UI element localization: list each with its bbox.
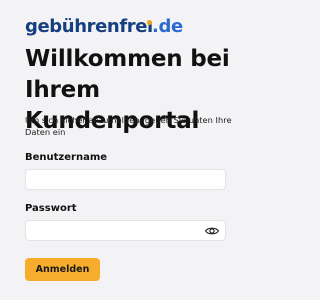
logo-text-part3: .de xyxy=(152,15,183,37)
username-label: Benutzername xyxy=(25,152,108,163)
logo-dot xyxy=(147,19,153,25)
username-field[interactable] xyxy=(25,169,226,190)
password-field[interactable] xyxy=(25,220,226,241)
eye-icon[interactable] xyxy=(205,226,219,236)
logo-text-part1: gebühren xyxy=(25,15,120,37)
logo: gebühren fre ı .de xyxy=(25,12,183,40)
page-title-line1: Willkommen bei xyxy=(25,46,230,72)
logo-i-letter: ı xyxy=(147,15,153,37)
login-page: gebühren fre ı .de Willkommen bei Ihrem Kun… xyxy=(0,0,263,300)
login-button[interactable]: Anmelden xyxy=(25,258,100,281)
password-label: Passwort xyxy=(25,203,77,214)
logo-i: ı xyxy=(147,15,153,37)
page-subtitle: Um sich sicher anzumelden, geben Sie unt… xyxy=(25,115,232,137)
logo-text-part2: fre xyxy=(119,15,148,37)
